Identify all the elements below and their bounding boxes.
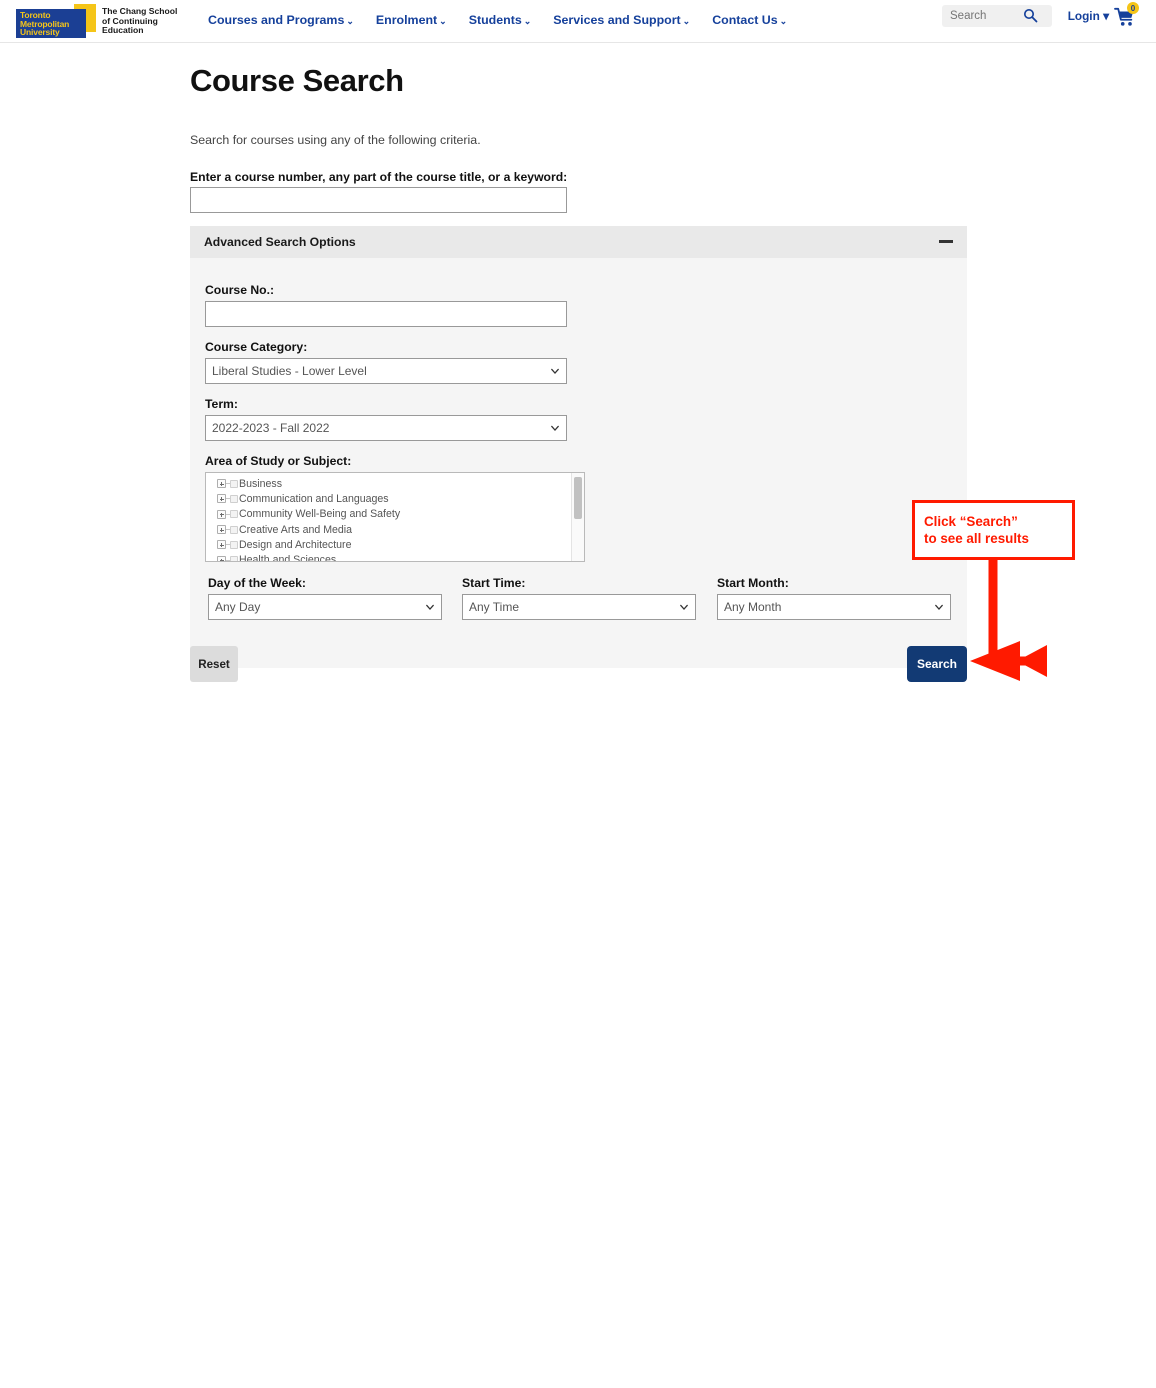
tree-item[interactable]: Health and Sciences [206,552,584,562]
course-category-label: Course Category: [205,340,308,354]
checkbox-icon[interactable] [230,540,238,549]
logo-blue-box: Toronto Metropolitan University [16,9,86,38]
expand-icon[interactable] [217,479,226,489]
nav-label: Contact Us [712,13,778,27]
day-of-week-label: Day of the Week: [208,576,306,590]
expand-icon[interactable] [217,540,226,550]
chevron-down-icon: ⌄ [439,16,447,26]
advanced-search-title: Advanced Search Options [204,235,356,249]
search-input[interactable] [942,9,1020,23]
tree-item[interactable]: Communication and Languages [206,491,584,506]
area-of-study-label: Area of Study or Subject: [205,454,352,468]
day-of-week-select[interactable]: Any Day [208,594,442,620]
chang-school-wordmark: The Chang School of Continuing Education [102,6,177,36]
course-no-input[interactable] [205,301,567,327]
tree-item-label: Health and Sciences [239,554,337,562]
tree-item-label: Business [239,477,282,490]
search-icon[interactable] [1023,8,1038,23]
chevron-down-icon: ⌄ [779,16,788,26]
tree-scrollbar[interactable] [571,473,584,561]
nav-label: Courses and Programs [208,13,345,27]
nav-label: Services and Support [553,13,681,27]
start-month-select[interactable]: Any Month [717,594,951,620]
main-navigation: Courses and Programs ⌄ Enrolment ⌄ Student… [208,13,787,27]
tree-item[interactable]: Creative Arts and Media [206,522,584,537]
site-header: Toronto Metropolitan University The Chan… [0,0,1156,43]
search-button[interactable]: Search [907,646,967,682]
chevron-down-icon: ▾ [1103,9,1109,23]
expand-icon[interactable] [217,555,226,561]
start-time-label: Start Time: [462,576,526,590]
tree-item-label: Creative Arts and Media [239,523,353,536]
tree-item-label: Design and Architecture [239,538,352,551]
tree-item-label: Communication and Languages [239,492,389,505]
login-menu[interactable]: Login ▾ [1068,9,1109,23]
nav-label: Enrolment [375,13,438,27]
annotation-line-1: Click “Search” [924,514,1018,529]
page-subtitle: Search for courses using any of the foll… [190,133,481,147]
keyword-input[interactable] [190,187,567,213]
chevron-down-icon: ⌄ [346,16,354,26]
start-month-label: Start Month: [717,576,789,590]
chevron-down-icon: ⌄ [682,16,691,26]
nav-label: Students [468,13,522,27]
nav-item-courses-and-programs[interactable]: Courses and Programs ⌄ [208,13,354,27]
reset-button[interactable]: Reset [190,646,238,682]
area-of-study-tree[interactable]: Business Communication and Languages Com… [205,472,585,562]
logo-line-3: University [20,27,60,38]
login-label: Login [1067,9,1100,23]
expand-icon[interactable] [217,525,226,535]
tmu-logo[interactable]: Toronto Metropolitan University [16,4,96,38]
annotation-line-2: to see all results [924,531,1029,546]
term-label: Term: [205,397,238,411]
expand-icon[interactable] [217,494,226,504]
nav-item-students[interactable]: Students ⌄ [469,13,532,27]
chang-line-3: Education [102,25,144,36]
advanced-search-header[interactable]: Advanced Search Options [190,226,967,258]
page-title: Course Search [190,63,404,98]
advanced-search-panel: Advanced Search Options Course No.: Cour… [190,226,967,1388]
expand-icon[interactable] [217,509,226,519]
checkbox-icon[interactable] [230,525,238,534]
checkbox-icon[interactable] [230,510,238,519]
scrollbar-thumb[interactable] [574,477,582,519]
course-category-select[interactable]: Liberal Studies - Lower Level [205,358,567,384]
chevron-down-icon: ⌄ [523,16,532,26]
advanced-search-body: Course No.: Course Category: Liberal Stu… [190,258,967,668]
nav-item-contact-us[interactable]: Contact Us ⌄ [712,13,787,27]
checkbox-icon[interactable] [230,494,238,503]
tree-item[interactable]: Community Well-Being and Safety [206,507,584,522]
keyword-field-label: Enter a course number, any part of the c… [190,170,568,184]
start-time-select[interactable]: Any Time [462,594,696,620]
nav-item-enrolment[interactable]: Enrolment ⌄ [376,13,447,27]
tree-item[interactable]: Business [206,476,584,491]
term-select[interactable]: 2022-2023 - Fall 2022 [205,415,567,441]
nav-item-services-and-support[interactable]: Services and Support ⌄ [553,13,690,27]
checkbox-icon[interactable] [230,556,238,561]
minus-icon[interactable] [939,240,953,243]
checkbox-icon[interactable] [230,479,238,488]
tree-item-label: Community Well-Being and Safety [239,508,401,521]
course-no-label: Course No.: [205,283,275,297]
tree-item[interactable]: Design and Architecture [206,537,584,552]
annotation-callout: Click “Search” to see all results [912,500,1075,560]
cart-count-badge: 0 [1127,2,1139,14]
